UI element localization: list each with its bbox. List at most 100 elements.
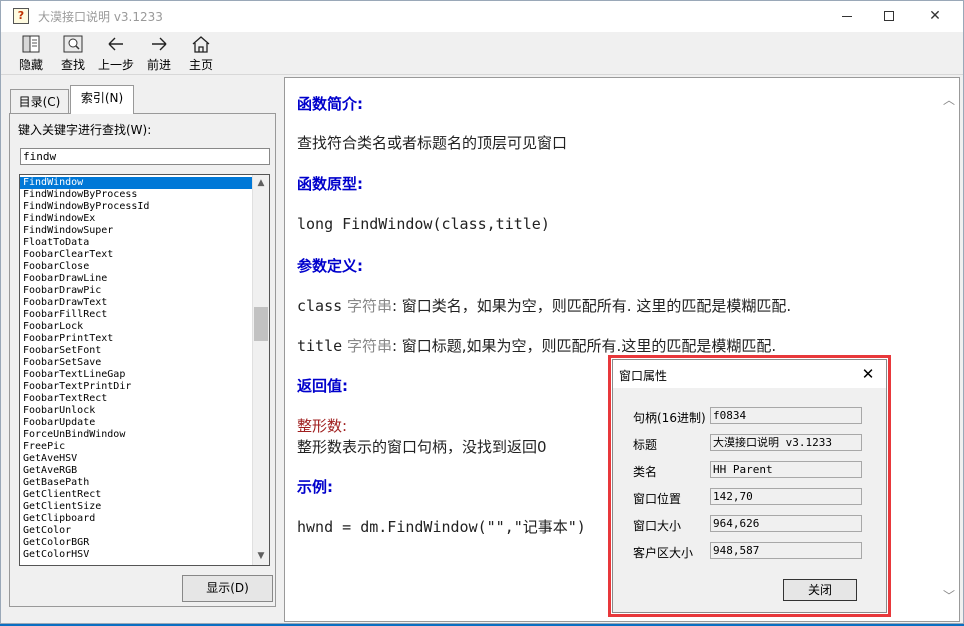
param-class-desc: : 窗口类名，如果为空，则匹配所有. 这里的匹配是模糊匹配. [391,297,792,315]
hide-pane-icon [22,35,40,53]
title-field[interactable]: 大漠接口说明 v3.1233 [710,434,862,451]
keyword-label: 键入关键字进行查找(W): [18,123,152,137]
list-item[interactable]: FoobarPrintText [20,333,252,345]
content-scroll-down-icon[interactable]: ﹀ [939,586,959,606]
handle-label: 句柄(16进制) [633,411,706,425]
return-desc: 整形数表示的窗口句柄，没找到返回0 [297,438,547,456]
hide-button[interactable]: 隐藏 [16,34,46,74]
param-title-type: 字符串 [346,337,392,355]
list-item[interactable]: FoobarFillRect [20,309,252,321]
index-list-items: FindWindow FindWindowByProcess FindWindowB… [20,177,252,561]
window-title: 大漠接口说明 v3.1233 [38,10,163,24]
index-list[interactable]: FindWindow FindWindowByProcess FindWindowB… [19,174,270,566]
heading-return: 返回值: [297,377,348,395]
size-field[interactable]: 964,626 [710,515,862,532]
forward-label: 前进 [146,58,171,72]
dialog-title-bar: 窗口属性 ✕ [613,360,886,388]
arrow-right-icon [152,37,167,51]
heading-intro: 函数简介: [297,95,363,113]
home-label: 主页 [188,58,213,72]
list-item[interactable]: FreePic [20,441,252,453]
back-label: 上一步 [97,58,134,72]
find-icon [63,35,83,53]
content-scroll-up-icon[interactable]: ︿ [939,90,959,110]
list-item[interactable]: GetColor [20,525,252,537]
intro-text: 查找符合类名或者标题名的顶层可见窗口 [297,134,568,152]
list-item[interactable]: ForceUnBindWindow [20,429,252,441]
list-item[interactable]: FoobarTextLineGap [20,369,252,381]
find-button[interactable]: 查找 [58,34,88,74]
navigation-pane: 目录(C) 索引(N) 键入关键字进行查找(W): findw FindWind… [5,81,279,621]
list-item[interactable]: GetClipboard [20,513,252,525]
position-field[interactable]: 142,70 [710,488,862,505]
list-item[interactable]: FoobarUnlock [20,405,252,417]
param-title-name: title [297,337,343,355]
list-item[interactable]: FindWindow [20,177,252,189]
list-item[interactable]: FoobarUpdate [20,417,252,429]
list-item[interactable]: FoobarDrawText [20,297,252,309]
list-item[interactable]: GetClientSize [20,501,252,513]
list-item[interactable]: FloatToData [20,237,252,249]
window-properties-dialog: 窗口属性 ✕ 句柄(16进制) f0834 标题 大漠接口说明 v3.1233 … [612,359,887,613]
back-button[interactable]: 上一步 [97,34,135,74]
dialog-close-button[interactable]: 关闭 [783,579,857,601]
class-field[interactable]: HH Parent [710,461,862,478]
dialog-title: 窗口属性 [619,369,668,383]
scroll-up-icon[interactable]: ▲ [253,175,269,192]
list-item[interactable]: GetClientRect [20,489,252,501]
close-icon: ✕ [929,8,941,24]
forward-button[interactable]: 前进 [145,34,173,74]
display-button[interactable]: 显示(D) [182,575,273,602]
list-item[interactable]: GetAveRGB [20,465,252,477]
scroll-down-icon[interactable]: ▼ [253,548,269,565]
param-title-desc: : 窗口标题,如果为空，则匹配所有.这里的匹配是模糊匹配. [391,337,777,355]
list-item[interactable]: GetBasePath [20,477,252,489]
list-item[interactable]: FoobarLock [20,321,252,333]
list-item[interactable]: FoobarTextRect [20,393,252,405]
param-class-type: 字符串 [346,297,392,315]
list-item[interactable]: FoobarDrawPic [20,285,252,297]
list-item[interactable]: GetColorBGR [20,537,252,549]
list-item[interactable]: FoobarClearText [20,249,252,261]
handle-field[interactable]: f0834 [710,407,862,424]
client-size-field[interactable]: 948,587 [710,542,862,559]
list-item[interactable]: FindWindowSuper [20,225,252,237]
list-item[interactable]: FindWindowByProcessId [20,201,252,213]
list-item[interactable]: FoobarTextPrintDir [20,381,252,393]
content-scrollbar[interactable]: ︿ ﹀ [939,78,959,621]
find-label: 查找 [60,58,85,72]
list-item[interactable]: FoobarSetSave [20,357,252,369]
list-item[interactable]: FoobarSetFont [20,345,252,357]
close-window-button[interactable]: ✕ [912,1,958,32]
title-bar: ? 大漠接口说明 v3.1233 ✕ [1,1,963,32]
minimize-icon [842,15,852,17]
index-list-scrollbar[interactable]: ▲ ▼ [252,175,269,565]
maximize-button[interactable] [866,1,912,32]
tab-index[interactable]: 索引(N) [70,85,134,114]
param-class: class 字符串: 窗口类名，如果为空，则匹配所有. 这里的匹配是模糊匹配. [297,295,791,316]
list-item[interactable]: FindWindowByProcess [20,189,252,201]
return-type: 整形数: [297,417,348,435]
size-label: 窗口大小 [633,519,682,533]
client-size-label: 客户区大小 [633,546,694,560]
list-item[interactable]: GetAveHSV [20,453,252,465]
prototype-text: long FindWindow(class,title) [297,215,550,233]
keyword-search-input[interactable]: findw [20,148,270,165]
list-item[interactable]: GetColorHSV [20,549,252,561]
home-button[interactable]: 主页 [187,34,215,74]
list-item[interactable]: FoobarClose [20,261,252,273]
position-label: 窗口位置 [633,492,682,506]
class-label: 类名 [633,465,658,479]
example-code: hwnd = dm.FindWindow("","记事本") [297,518,586,536]
title-label: 标题 [633,438,658,452]
list-item[interactable]: FindWindowEx [20,213,252,225]
param-title: title 字符串: 窗口标题,如果为空，则匹配所有.这里的匹配是模糊匹配. [297,335,776,356]
tab-contents[interactable]: 目录(C) [10,89,69,113]
minimize-button[interactable] [824,1,870,32]
hide-label: 隐藏 [18,58,43,72]
maximize-icon [884,11,894,21]
scroll-thumb[interactable] [254,307,268,341]
list-item[interactable]: FoobarDrawLine [20,273,252,285]
help-app-icon: ? [13,8,29,24]
dialog-close-icon[interactable]: ✕ [851,360,885,388]
